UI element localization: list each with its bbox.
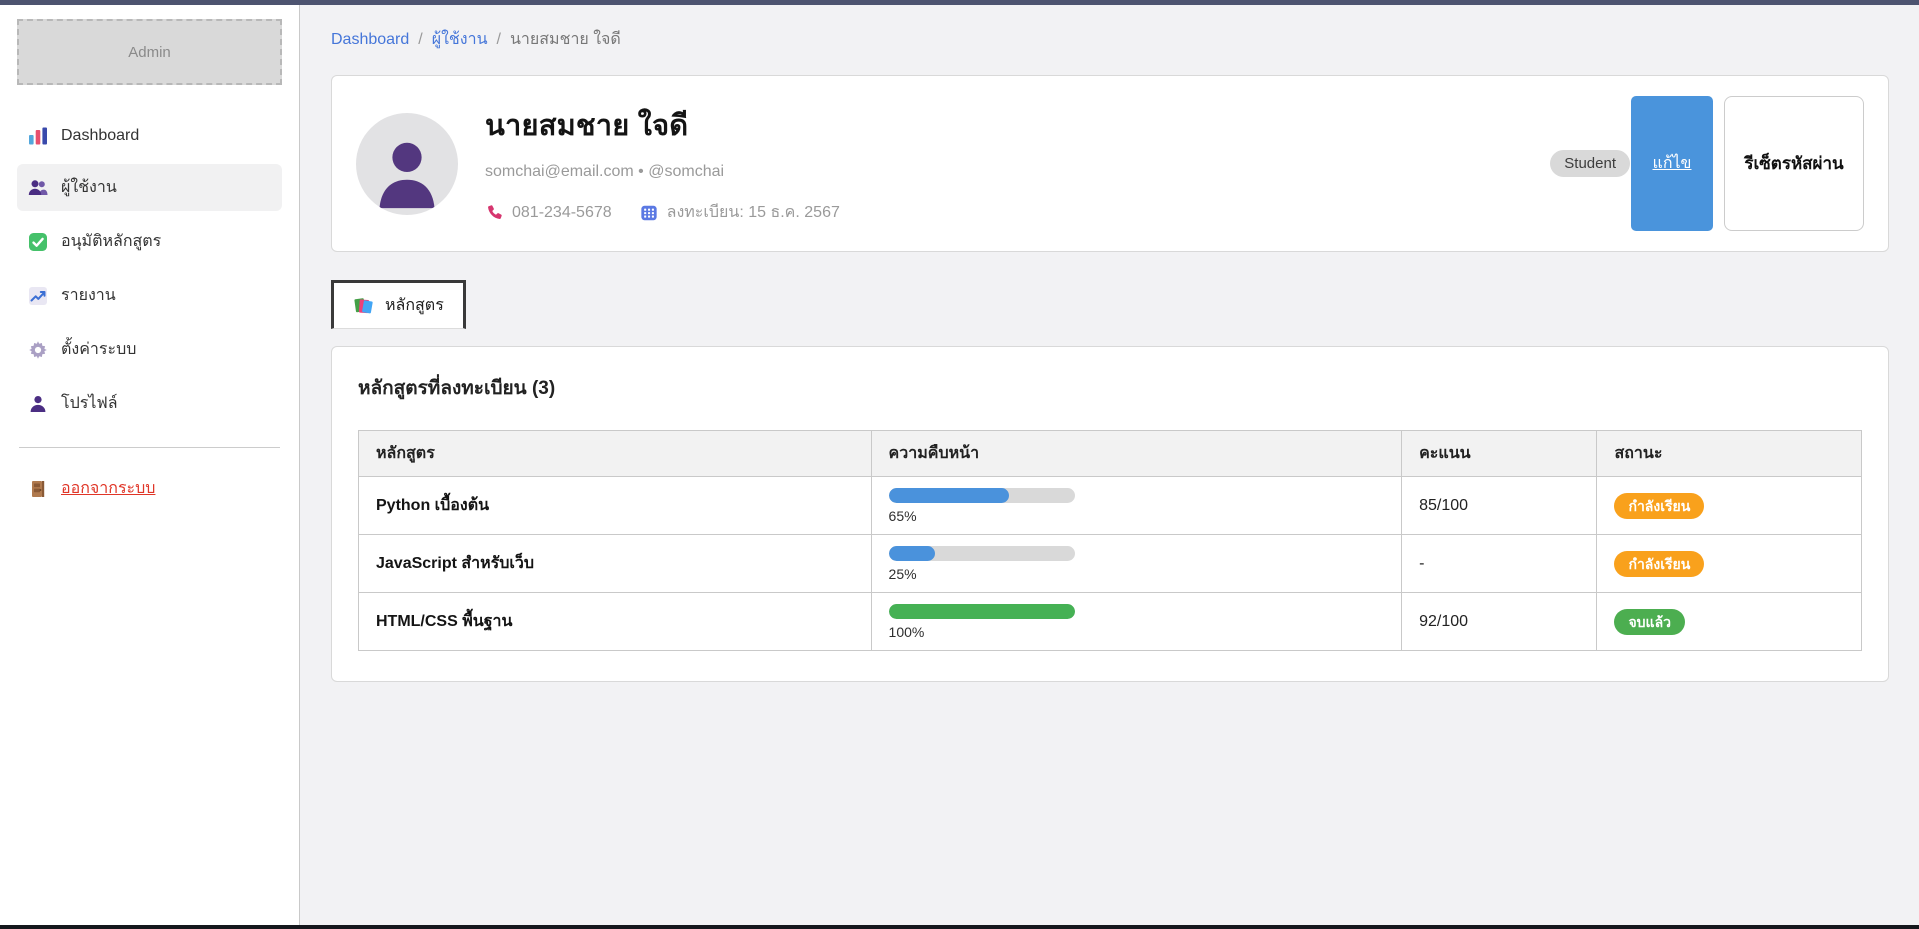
tab-courses-label: หลักสูตร (385, 293, 444, 318)
sidebar-item-label: โปรไฟล์ (61, 391, 118, 416)
score-cell: - (1402, 535, 1597, 593)
reset-password-label: รีเซ็ตรหัสผ่าน (1744, 150, 1843, 177)
bar-chart-icon (28, 126, 48, 146)
column-header-progress: ความคืบหน้า (871, 431, 1402, 477)
table-row: JavaScript สำหรับเว็บ 25% - กำลังเรียน (359, 535, 1862, 593)
profile-info: นายสมชาย ใจดี somchai@email.com • @somch… (485, 102, 1550, 225)
progress-bar (889, 546, 1075, 561)
profile-meta: 081-234-5678 ลงทะเบียน: 15 ธ.ค. 2567 (485, 200, 1550, 225)
status-cell: กำลังเรียน (1597, 477, 1862, 535)
sidebar-divider (19, 447, 280, 448)
top-accent-bar (0, 0, 1919, 5)
progress-label: 25% (889, 566, 1385, 582)
courses-table: หลักสูตร ความคืบหน้า คะแนน สถานะ Python … (358, 430, 1862, 651)
phone-item: 081-234-5678 (485, 204, 612, 222)
profile-name: นายสมชาย ใจดี (485, 102, 1550, 148)
courses-card: หลักสูตรที่ลงทะเบียน (3) หลักสูตร ความคื… (331, 346, 1889, 682)
profile-actions: Student แก้ไข รีเซ็ตรหัสผ่าน (1550, 96, 1864, 231)
tab-courses[interactable]: หลักสูตร (331, 280, 466, 329)
course-name-cell: Python เบื้องต้น (359, 477, 872, 535)
profile-card: นายสมชาย ใจดี somchai@email.com • @somch… (331, 75, 1889, 252)
trend-chart-icon (28, 286, 48, 306)
breadcrumb-users-link[interactable]: ผู้ใช้งาน (432, 27, 488, 52)
progress-cell: 65% (871, 477, 1402, 535)
table-header-row: หลักสูตร ความคืบหน้า คะแนน สถานะ (359, 431, 1862, 477)
registered-item: ลงทะเบียน: 15 ธ.ค. 2567 (640, 200, 840, 225)
edit-button[interactable]: แก้ไข (1631, 96, 1713, 231)
admin-logo: Admin (17, 19, 282, 85)
sidebar-item-label: อนุมัติหลักสูตร (61, 229, 161, 254)
person-icon (28, 394, 48, 414)
breadcrumb-separator: / (418, 31, 422, 49)
status-badge: จบแล้ว (1614, 609, 1685, 635)
column-header-status: สถานะ (1597, 431, 1862, 477)
sidebar-nav: Dashboard ผู้ใช้งาน อนุมัติหลักสูตร รายง… (17, 115, 282, 427)
logout-link[interactable]: ออกจากระบบ (17, 468, 282, 509)
phone-icon (485, 204, 503, 222)
role-badge: Student (1550, 150, 1630, 177)
status-cell: จบแล้ว (1597, 593, 1862, 651)
score-cell: 85/100 (1402, 477, 1597, 535)
reset-password-button[interactable]: รีเซ็ตรหัสผ่าน (1724, 96, 1864, 231)
progress-cell: 100% (871, 593, 1402, 651)
sidebar-item-label: รายงาน (61, 283, 116, 308)
status-badge: กำลังเรียน (1614, 493, 1704, 519)
progress-fill (889, 604, 1075, 619)
progress-fill (889, 546, 936, 561)
progress-fill (889, 488, 1010, 503)
sidebar-item-label: Dashboard (61, 127, 139, 145)
sidebar-item-profile[interactable]: โปรไฟล์ (17, 380, 282, 427)
door-icon (28, 479, 48, 499)
sidebar-item-label: ผู้ใช้งาน (61, 175, 117, 200)
phone-number: 081-234-5678 (512, 204, 612, 222)
sidebar-item-label: ตั้งค่าระบบ (61, 337, 136, 362)
tab-bar: หลักสูตร (331, 280, 1889, 329)
books-icon (353, 295, 374, 316)
courses-card-title: หลักสูตรที่ลงทะเบียน (3) (358, 373, 1862, 403)
table-row: HTML/CSS พื้นฐาน 100% 92/100 จบแล้ว (359, 593, 1862, 651)
progress-cell: 25% (871, 535, 1402, 593)
sidebar-item-reports[interactable]: รายงาน (17, 272, 282, 319)
score-cell: 92/100 (1402, 593, 1597, 651)
progress-label: 65% (889, 508, 1385, 524)
sidebar-item-settings[interactable]: ตั้งค่าระบบ (17, 326, 282, 373)
check-icon (28, 232, 48, 252)
progress-bar (889, 604, 1075, 619)
registered-date: ลงทะเบียน: 15 ธ.ค. 2567 (667, 200, 840, 225)
breadcrumb-current: นายสมชาย ใจดี (510, 27, 621, 52)
course-name-cell: JavaScript สำหรับเว็บ (359, 535, 872, 593)
sidebar-item-users[interactable]: ผู้ใช้งาน (17, 164, 282, 211)
status-cell: กำลังเรียน (1597, 535, 1862, 593)
admin-logo-label: Admin (128, 44, 171, 61)
column-header-course: หลักสูตร (359, 431, 872, 477)
table-row: Python เบื้องต้น 65% 85/100 กำลังเรียน (359, 477, 1862, 535)
sidebar-item-dashboard[interactable]: Dashboard (17, 115, 282, 157)
status-badge: กำลังเรียน (1614, 551, 1704, 577)
avatar (356, 113, 458, 215)
breadcrumb-dashboard-link[interactable]: Dashboard (331, 31, 409, 49)
progress-bar (889, 488, 1075, 503)
course-name-cell: HTML/CSS พื้นฐาน (359, 593, 872, 651)
calendar-icon (640, 204, 658, 222)
logout-label: ออกจากระบบ (61, 476, 155, 501)
gear-icon (28, 340, 48, 360)
column-header-score: คะแนน (1402, 431, 1597, 477)
users-icon (28, 178, 48, 198)
progress-label: 100% (889, 624, 1385, 640)
main-content: Dashboard / ผู้ใช้งาน / นายสมชาย ใจดี นา… (301, 0, 1919, 682)
edit-button-label: แก้ไข (1653, 151, 1692, 176)
breadcrumb-separator: / (497, 31, 501, 49)
sidebar-item-approve-courses[interactable]: อนุมัติหลักสูตร (17, 218, 282, 265)
profile-email: somchai@email.com • @somchai (485, 163, 1550, 181)
bottom-accent-bar (0, 925, 1919, 929)
sidebar: Admin Dashboard ผู้ใช้งาน อนุมัติหลักสูต… (0, 5, 300, 925)
breadcrumb: Dashboard / ผู้ใช้งาน / นายสมชาย ใจดี (331, 27, 1889, 52)
